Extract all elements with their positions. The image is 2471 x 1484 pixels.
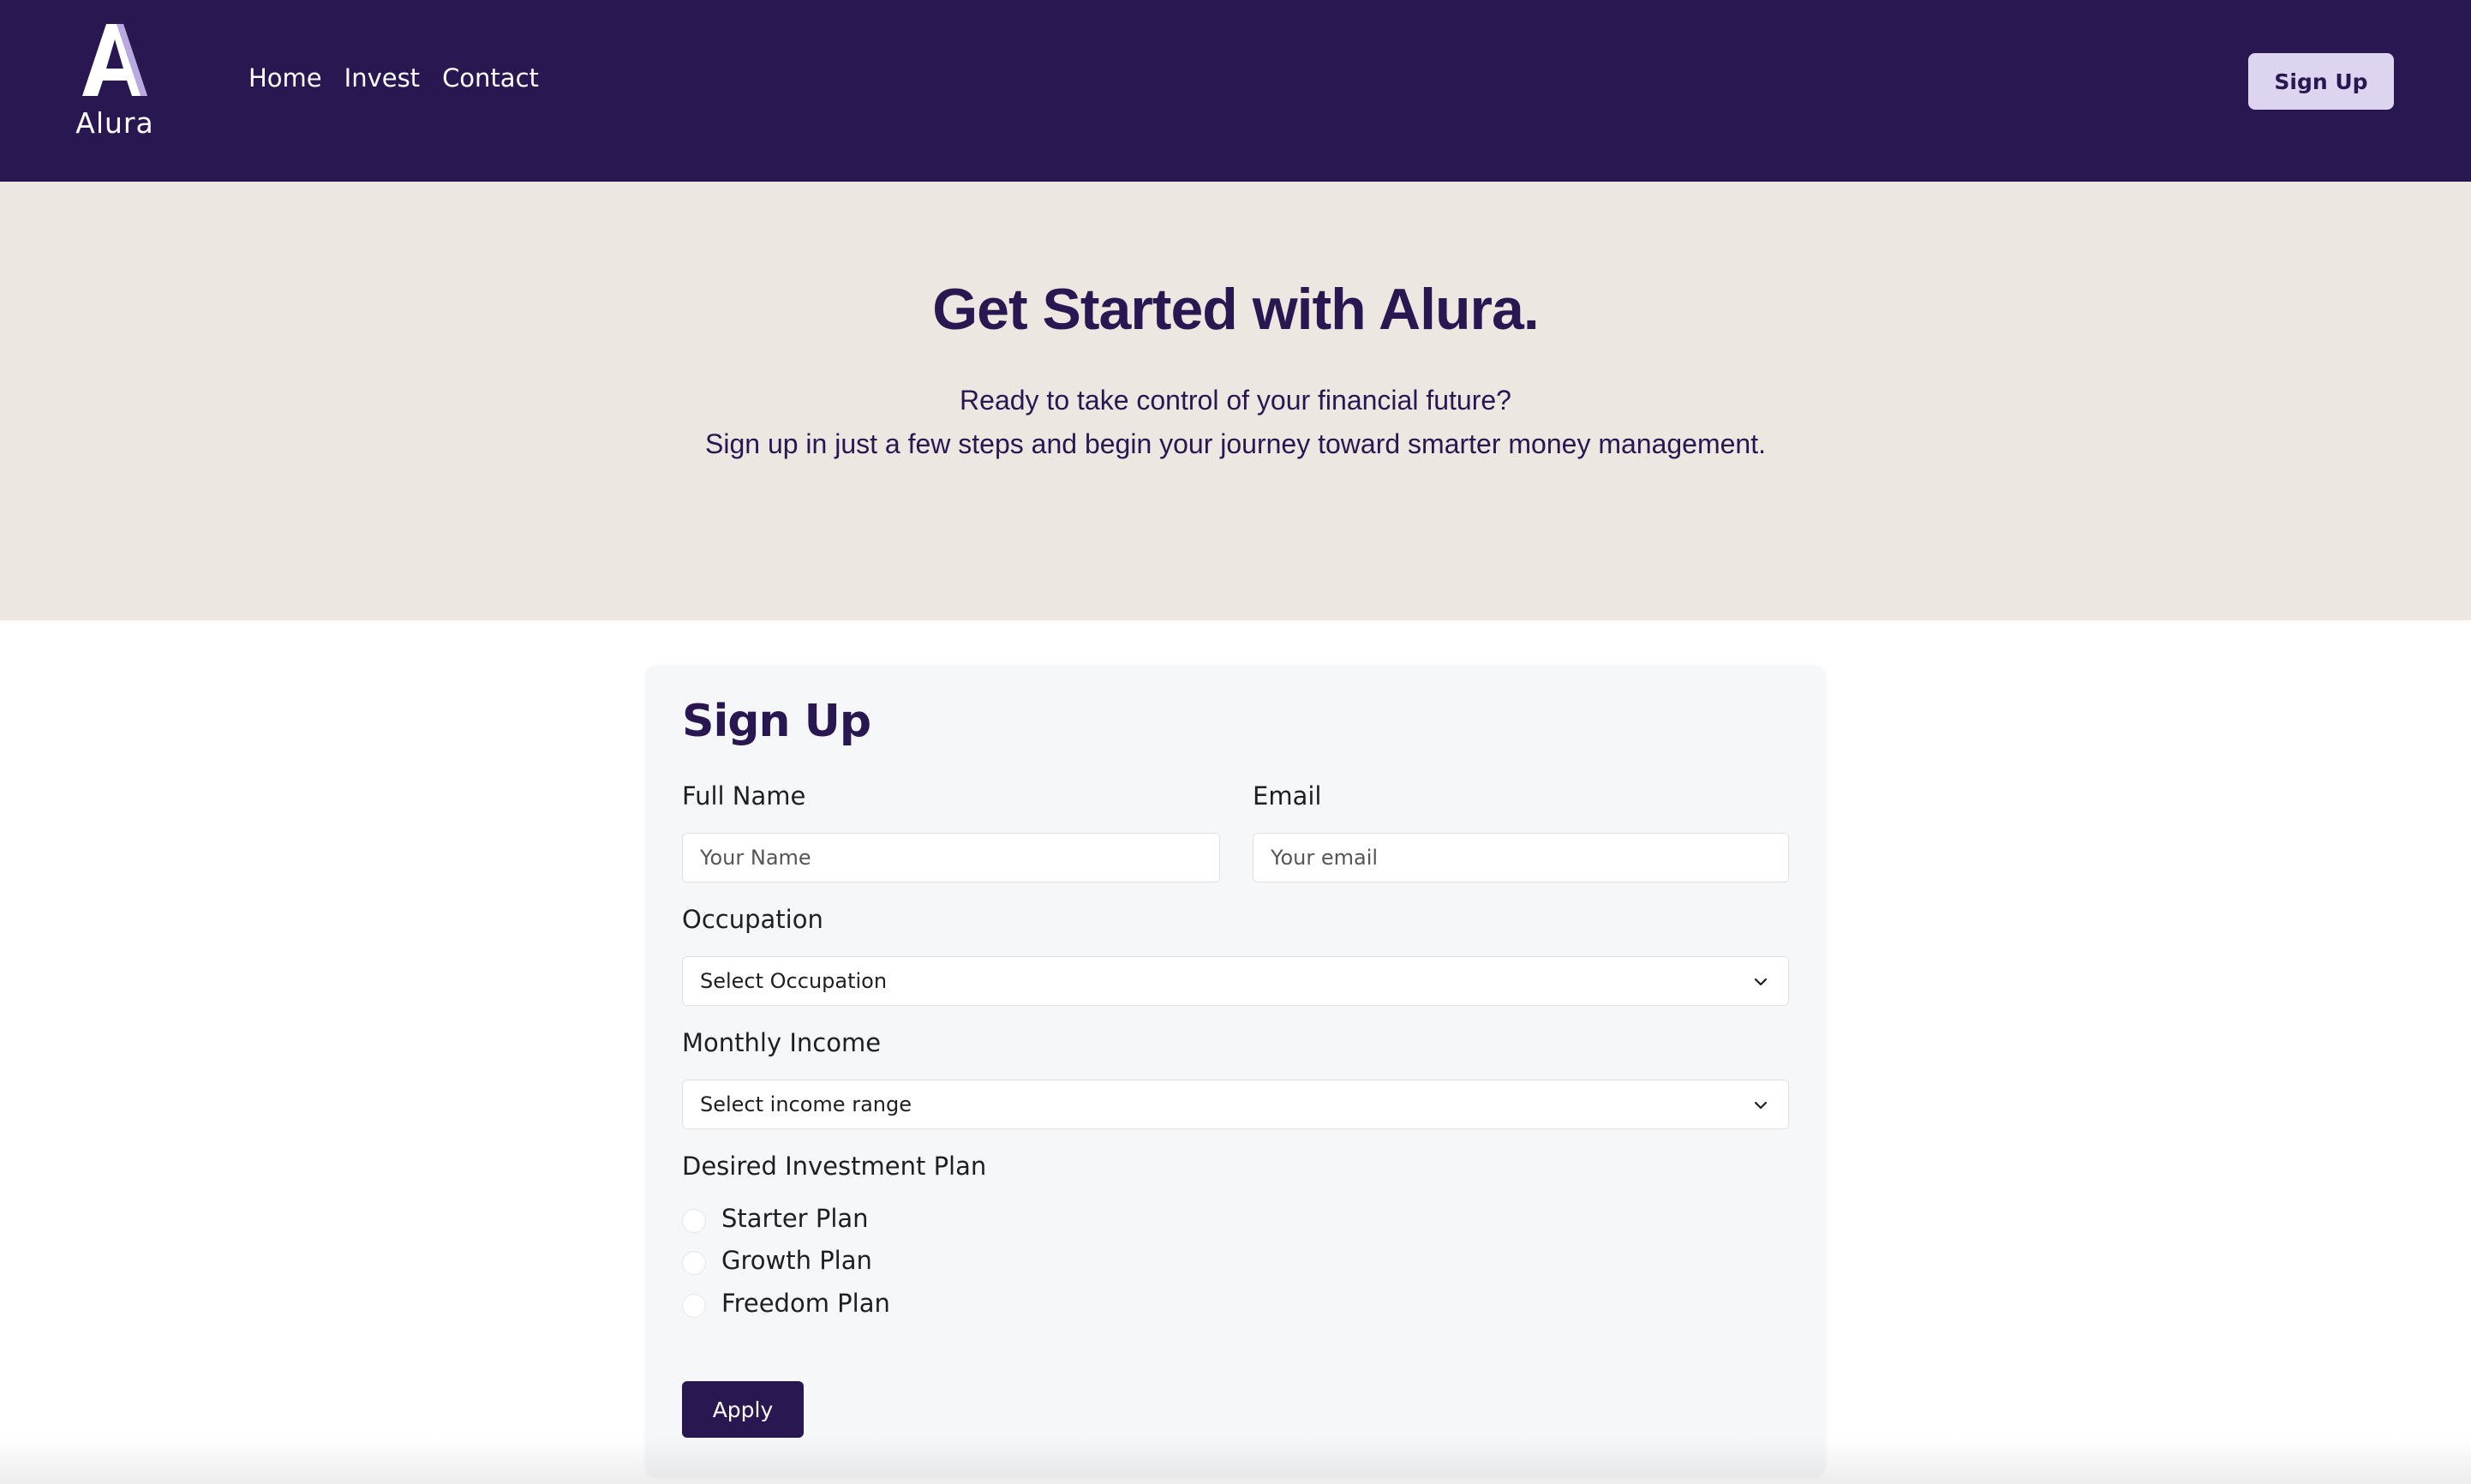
- nav-link-home[interactable]: Home: [248, 60, 322, 96]
- occupation-select-value: Select Occupation: [700, 969, 888, 993]
- main-nav: Home Invest Contact: [248, 60, 539, 96]
- occupation-label: Occupation: [682, 905, 823, 934]
- header-signup-button[interactable]: Sign Up: [2248, 53, 2394, 110]
- brand-name: Alura: [75, 106, 154, 140]
- monthly-income-label: Monthly Income: [682, 1028, 882, 1057]
- chevron-down-icon: [1754, 978, 1768, 986]
- hero-subtitle-line-2: Sign up in just a few steps and begin yo…: [705, 428, 1766, 459]
- hero-subtitle: Ready to take control of your financial …: [0, 379, 2471, 466]
- signup-card: Sign Up Full Name Email Occupation Selec…: [646, 665, 1825, 1475]
- occupation-select[interactable]: Select Occupation: [682, 956, 1789, 1006]
- radio-freedom-plan[interactable]: Freedom Plan: [682, 1286, 890, 1320]
- income-select[interactable]: Select income range: [682, 1080, 1789, 1129]
- radio-label-growth: Growth Plan: [721, 1246, 872, 1275]
- signup-form-title: Sign Up: [682, 696, 871, 747]
- nav-link-contact[interactable]: Contact: [442, 60, 539, 96]
- radio-button[interactable]: [682, 1251, 706, 1275]
- hero-subtitle-line-1: Ready to take control of your financial …: [960, 385, 1511, 416]
- email-label: Email: [1253, 781, 1322, 811]
- investment-plan-label: Desired Investment Plan: [682, 1152, 987, 1181]
- radio-label-freedom: Freedom Plan: [721, 1289, 890, 1318]
- radio-label-starter: Starter Plan: [721, 1204, 869, 1233]
- radio-starter-plan[interactable]: Starter Plan: [682, 1201, 869, 1236]
- logo-a-icon: [82, 24, 147, 96]
- apply-button[interactable]: Apply: [682, 1381, 804, 1438]
- hero-section: Get Started with Alura. Ready to take co…: [0, 182, 2471, 620]
- radio-growth-plan[interactable]: Growth Plan: [682, 1243, 872, 1278]
- nav-link-invest[interactable]: Invest: [344, 60, 420, 96]
- chevron-down-icon: [1754, 1101, 1768, 1110]
- brand-logo[interactable]: Alura: [72, 24, 158, 144]
- full-name-label: Full Name: [682, 781, 806, 811]
- radio-button[interactable]: [682, 1294, 706, 1318]
- hero-title: Get Started with Alura.: [932, 277, 1539, 342]
- income-select-value: Select income range: [700, 1092, 912, 1116]
- full-name-input[interactable]: [682, 833, 1220, 883]
- email-input[interactable]: [1253, 833, 1789, 883]
- radio-button[interactable]: [682, 1209, 706, 1233]
- top-navbar: Alura Home Invest Contact Sign Up: [0, 0, 2471, 182]
